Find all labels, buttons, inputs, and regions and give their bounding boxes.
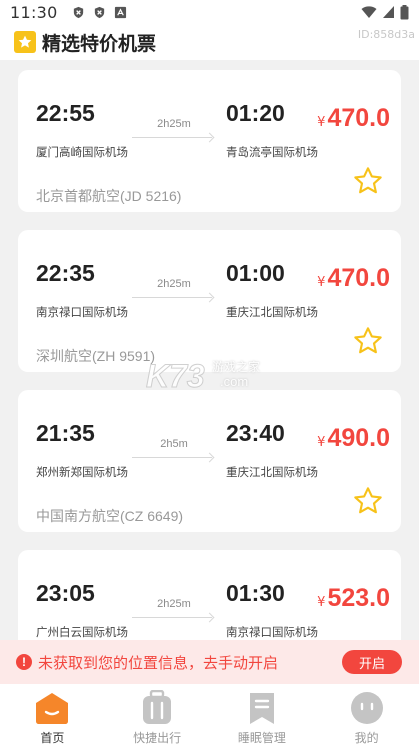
departure-time: 22:35 (36, 260, 95, 286)
airline-info: 北京首都航空(JD 5216) (36, 188, 182, 204)
duration-arrow (132, 137, 212, 138)
watermark-text: 游戏之家 (212, 360, 261, 374)
favorite-star-icon[interactable] (352, 165, 384, 197)
luggage-icon (143, 690, 172, 724)
favorite-star-icon[interactable] (352, 485, 384, 517)
ticket-price: ¥470.0 (317, 104, 390, 133)
favorite-star-icon[interactable] (352, 325, 384, 357)
open-location-button[interactable]: 开启 (342, 650, 402, 674)
duration-arrow (132, 617, 212, 618)
departure-airport: 郑州新郑国际机场 (36, 465, 128, 479)
tab-home[interactable]: 首页 (0, 684, 105, 751)
departure-time: 23:05 (36, 580, 95, 606)
departure-airport: 厦门高崎国际机场 (36, 145, 128, 159)
shield-icon (94, 6, 104, 18)
location-banner: ! 未获取到您的位置信息，去手动开启 开启 (0, 640, 419, 684)
tab-profile[interactable]: 我的 (314, 684, 419, 751)
tab-quick-travel[interactable]: 快捷出行 (105, 684, 210, 751)
page-header: 精选特价机票 ID:858d3a (0, 24, 419, 60)
signal-icon (383, 6, 394, 18)
price-value: 523.0 (327, 584, 390, 612)
bottom-tab-bar: 首页 快捷出行 睡眠管理 我的 (0, 684, 419, 751)
departure-airport: 广州白云国际机场 (36, 625, 128, 639)
departure-time: 21:35 (36, 420, 95, 446)
arrival-time: 01:20 (226, 100, 285, 126)
home-icon (36, 693, 69, 724)
shield-icon (73, 6, 83, 18)
tab-sleep-management[interactable]: 睡眠管理 (210, 684, 315, 751)
tab-label: 首页 (40, 731, 65, 745)
arrival-time: 23:40 (226, 420, 285, 446)
duration-arrow (132, 457, 212, 458)
tab-label: 我的 (354, 731, 379, 745)
watermark-brand: K73 (146, 358, 205, 393)
exclamation-icon: ! (16, 654, 32, 670)
star-badge-icon (14, 31, 36, 53)
currency-symbol: ¥ (317, 435, 326, 450)
flight-card[interactable]: 22:55 2h25m 01:20 厦门高崎国际机场 青岛流亭国际机场 北京首都… (18, 70, 401, 212)
tab-label: 睡眠管理 (237, 731, 286, 745)
arrival-airport: 青岛流亭国际机场 (226, 145, 318, 159)
flight-duration: 2h5m (160, 438, 188, 450)
currency-symbol: ¥ (317, 115, 326, 130)
departure-time: 22:55 (36, 100, 95, 126)
app-screen: 11:30 精选特价机票 ID:858d3a 22:55 2h25m 01:20… (0, 0, 419, 751)
page-title: 精选特价机票 (42, 32, 157, 55)
bookmark-icon (249, 693, 274, 724)
flight-duration: 2h25m (157, 598, 191, 610)
arrival-time: 01:00 (226, 260, 285, 286)
flight-duration: 2h25m (157, 278, 191, 290)
price-value: 490.0 (327, 424, 390, 452)
location-message: 未获取到您的位置信息，去手动开启 (38, 653, 279, 672)
duration-arrow (132, 297, 212, 298)
arrival-airport: 南京禄口国际机场 (226, 625, 318, 639)
ticket-price: ¥523.0 (317, 584, 390, 613)
flight-duration: 2h25m (157, 118, 191, 130)
status-bar: 11:30 (0, 0, 419, 24)
arrival-time: 01:30 (226, 580, 285, 606)
flight-card[interactable]: 21:35 2h5m 23:40 郑州新郑国际机场 重庆江北国际机场 中国南方航… (18, 390, 401, 532)
watermark-domain: .com (220, 374, 249, 389)
notification-icons (72, 6, 127, 19)
currency-symbol: ¥ (317, 275, 326, 290)
arrival-airport: 重庆江北国际机场 (226, 305, 318, 319)
price-value: 470.0 (327, 104, 390, 132)
status-time: 11:30 (10, 2, 58, 22)
airline-info: 中国南方航空(CZ 6649) (36, 508, 184, 524)
departure-airport: 南京禄口国际机场 (36, 305, 128, 319)
ticket-price: ¥470.0 (317, 264, 390, 293)
wifi-icon (361, 6, 377, 18)
airline-info: 深圳航空(ZH 9591) (36, 348, 156, 364)
id-label: ID:858d3a (357, 28, 415, 41)
currency-symbol: ¥ (317, 595, 326, 610)
android-debug-icon (114, 6, 126, 18)
tab-label: 快捷出行 (133, 731, 182, 745)
ticket-price: ¥490.0 (317, 424, 390, 453)
arrival-airport: 重庆江北国际机场 (226, 465, 318, 479)
profile-face-icon (350, 692, 383, 724)
battery-icon (400, 4, 409, 19)
flight-card[interactable]: 22:35 2h25m 01:00 南京禄口国际机场 重庆江北国际机场 深圳航空… (18, 230, 401, 372)
price-value: 470.0 (327, 264, 390, 292)
system-icons (361, 4, 409, 20)
